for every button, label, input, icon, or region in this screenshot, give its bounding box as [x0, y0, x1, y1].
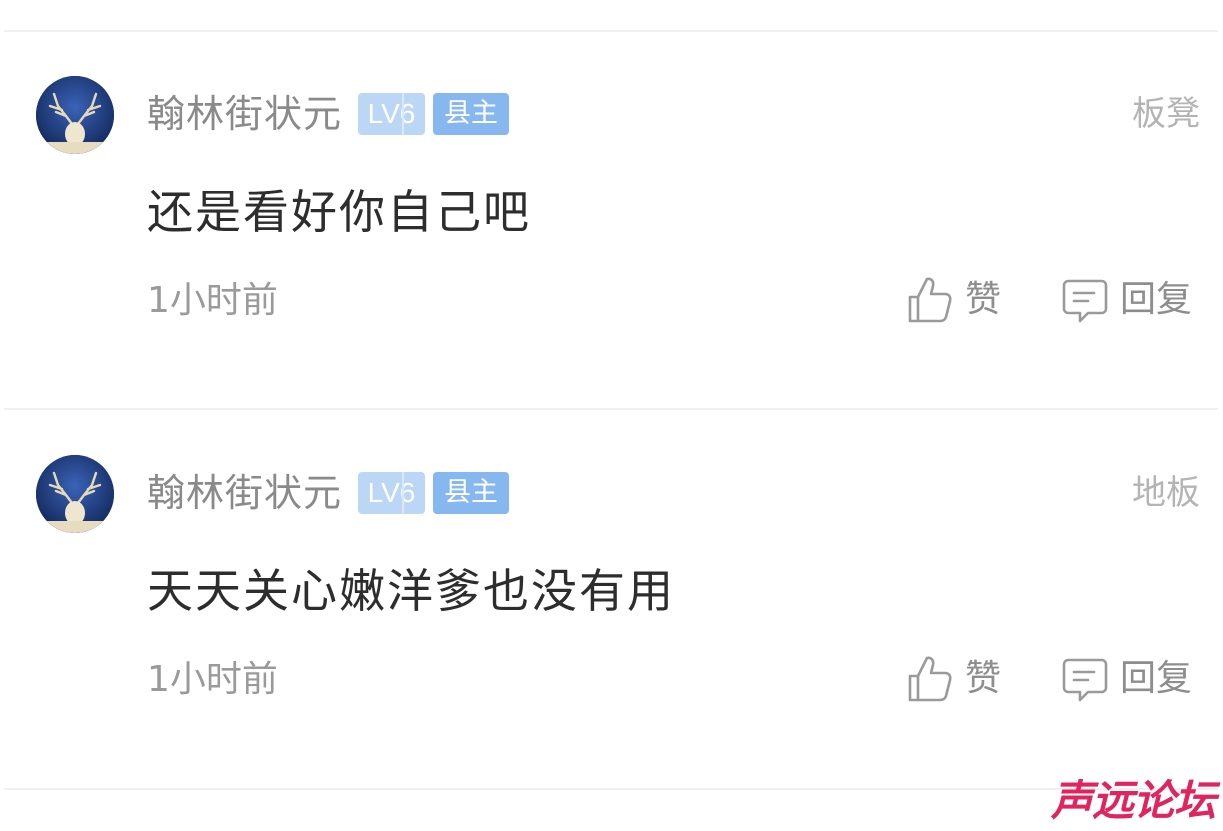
comment-time: 1小时前	[147, 659, 278, 700]
top-divider	[4, 30, 1218, 32]
username[interactable]: 翰林街状元	[147, 88, 342, 140]
title-badge: 县主	[433, 93, 509, 135]
reply-label: 回复	[1120, 279, 1193, 320]
level-badge: LV6	[358, 472, 425, 514]
username[interactable]: 翰林街状元	[147, 467, 342, 519]
comment-item: 翰林街状元 LV6 县主 板凳 还是看好你自己吧 1小时前 赞 回复	[0, 76, 1223, 452]
comment-bubble-icon	[1062, 654, 1108, 704]
like-button[interactable]: 赞	[907, 272, 1001, 328]
comment-text: 天天关心嫩洋爹也没有用	[147, 564, 675, 618]
forum-watermark: 声远论坛	[1050, 776, 1216, 825]
level-badge: LV6	[358, 93, 425, 135]
user-avatar[interactable]	[36, 455, 114, 533]
comment-text: 还是看好你自己吧	[147, 185, 531, 239]
user-avatar[interactable]	[36, 76, 114, 154]
thumbs-up-icon	[907, 654, 953, 704]
comment-time: 1小时前	[147, 280, 278, 321]
floor-label: 板凳	[1132, 94, 1200, 134]
comment-item: 翰林街状元 LV6 县主 地板 天天关心嫩洋爹也没有用 1小时前 赞 回复	[0, 455, 1223, 831]
like-label: 赞	[965, 279, 1002, 320]
reply-label: 回复	[1120, 658, 1193, 699]
title-badge: 县主	[433, 472, 509, 514]
reply-button[interactable]: 回复	[1062, 272, 1192, 328]
floor-label: 地板	[1132, 473, 1200, 513]
bottom-divider	[4, 788, 1218, 790]
comment-divider	[4, 408, 1218, 410]
like-button[interactable]: 赞	[907, 651, 1001, 707]
comment-bubble-icon	[1062, 275, 1108, 325]
reply-button[interactable]: 回复	[1062, 651, 1192, 707]
thumbs-up-icon	[907, 275, 953, 325]
like-label: 赞	[965, 658, 1002, 699]
